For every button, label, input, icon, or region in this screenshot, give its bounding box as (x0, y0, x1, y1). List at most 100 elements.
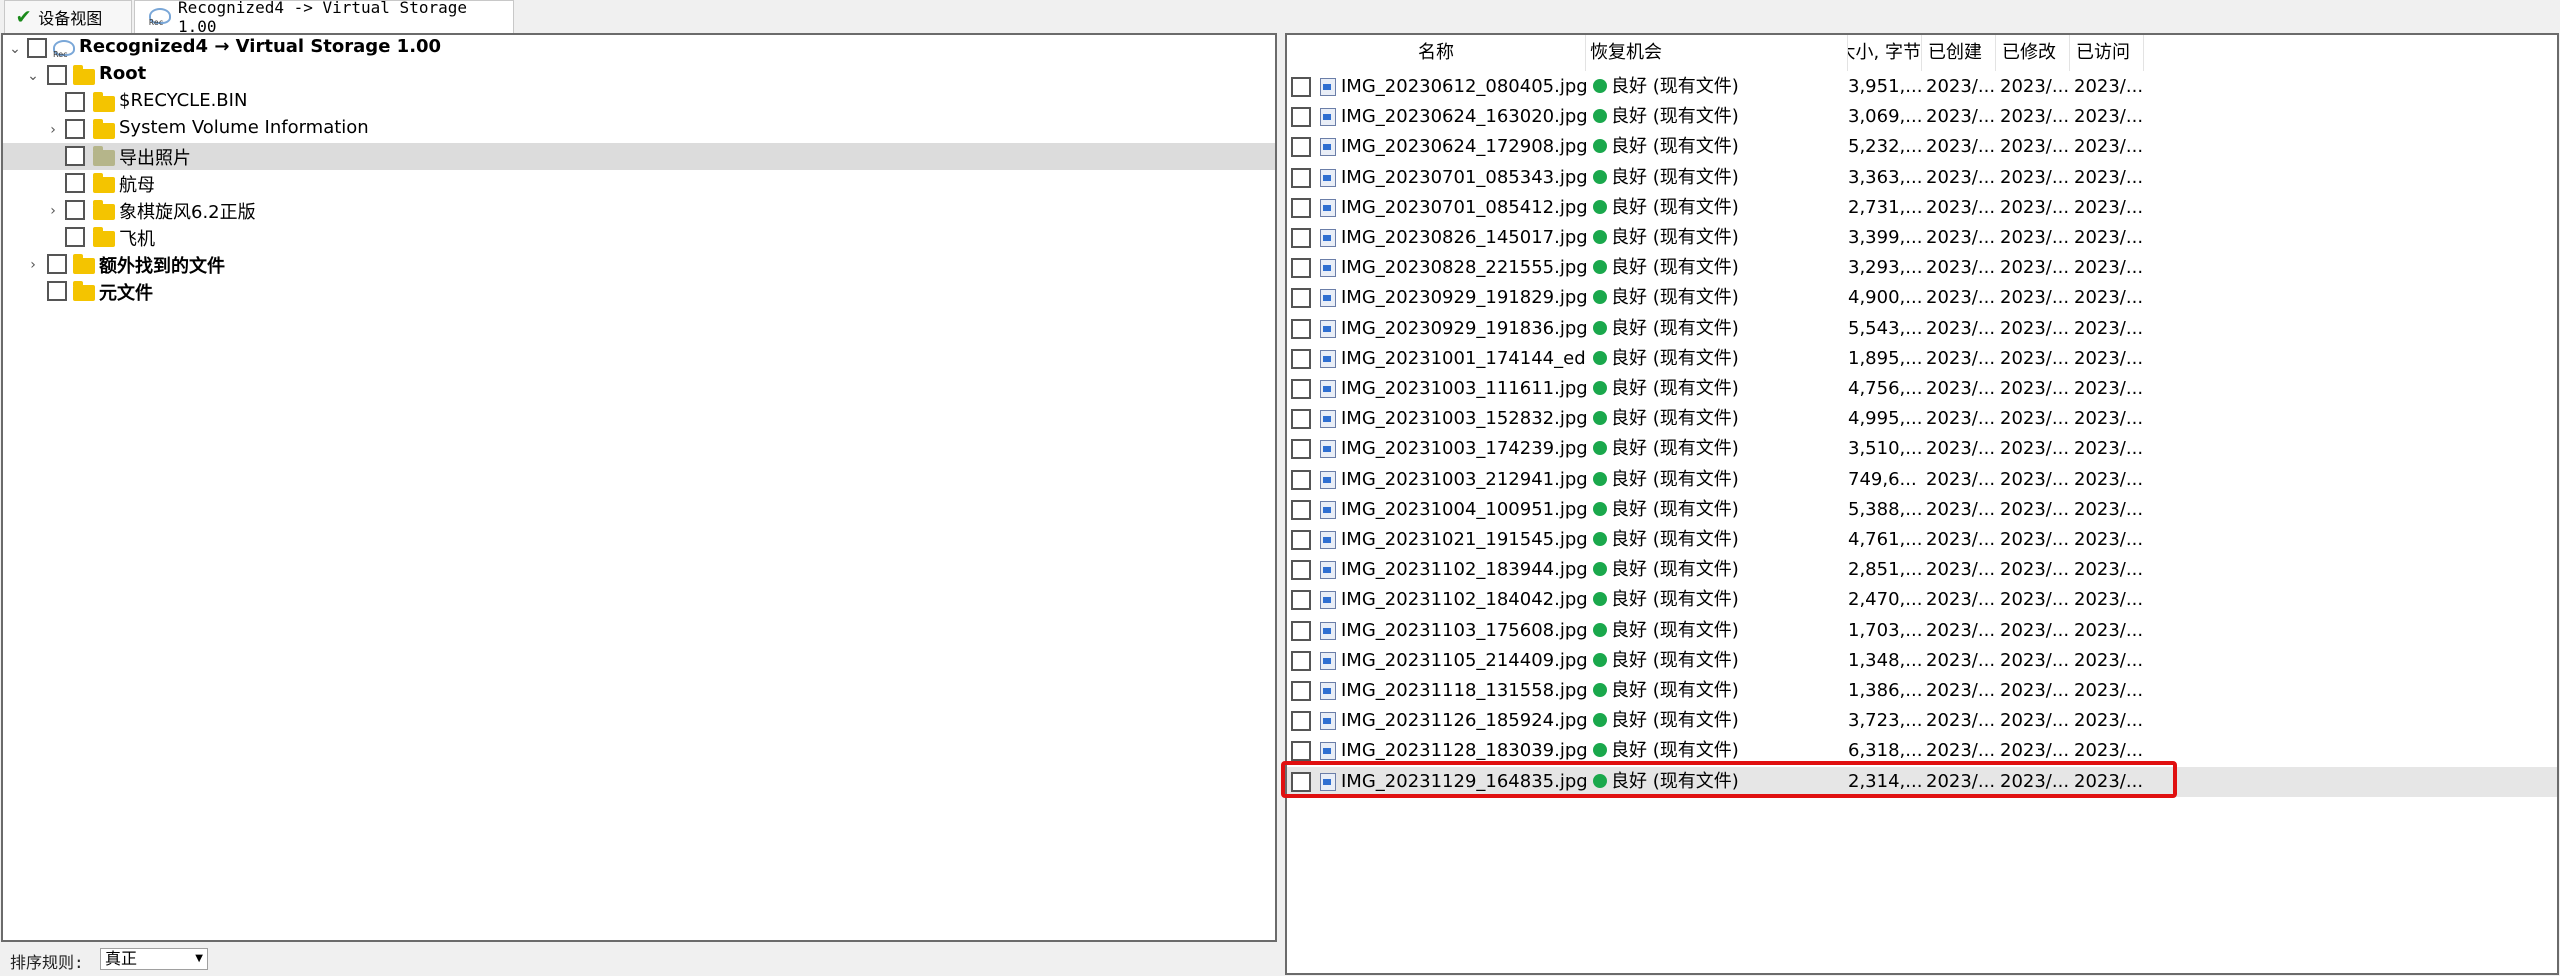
row-checkbox[interactable] (1291, 771, 1311, 792)
status-text: 良好 (现有文件) (1611, 378, 1739, 399)
row-checkbox[interactable] (1291, 258, 1311, 279)
tree-checkbox[interactable] (65, 92, 85, 112)
row-checkbox[interactable] (1291, 409, 1311, 430)
table-row[interactable]: IMG_20230624_172908.jpg 良好 (现有文件) 5,232,..… (1287, 132, 2557, 162)
tree-checkbox[interactable] (65, 227, 85, 247)
row-checkbox[interactable] (1291, 650, 1311, 671)
row-checkbox[interactable] (1291, 228, 1311, 248)
cell-modified: 2023/... (2000, 770, 2070, 792)
tree-item-extra-found[interactable]: › 额外找到的文件 (3, 251, 1275, 278)
tab-device-view[interactable]: ✔ 设备视图 (4, 0, 132, 33)
column-header-accessed[interactable]: 已访问 (2070, 35, 2144, 71)
table-row[interactable]: IMG_20231118_131558.jpg 良好 (现有文件) 1,386,..… (1287, 676, 2557, 706)
cell-size: 3,293,... (1848, 257, 1922, 279)
table-row[interactable]: IMG_20230701_085343.jpg 良好 (现有文件) 3,363,..… (1287, 163, 2557, 193)
chevron-right-icon[interactable]: › (25, 257, 41, 273)
tree-item-carrier[interactable]: 航母 (3, 170, 1275, 197)
column-header-size[interactable]: 大小, 字节 (1848, 35, 1922, 71)
row-checkbox[interactable] (1291, 560, 1311, 581)
cell-created: 2023/... (1926, 680, 1996, 701)
row-checkbox[interactable] (1291, 318, 1311, 339)
image-file-icon (1317, 651, 1337, 670)
row-checkbox[interactable] (1291, 711, 1311, 732)
column-header-name[interactable]: 名称 (1287, 35, 1586, 71)
row-checkbox[interactable] (1291, 107, 1311, 128)
table-row[interactable]: IMG_20230701_085412.jpg 良好 (现有文件) 2,731,..… (1287, 193, 2557, 223)
tree-root-row[interactable]: ⌄ Recognized4 → Virtual Storage 1.00 (3, 35, 1275, 62)
table-row[interactable]: IMG_20231129_164835.jpg 良好 (现有文件) 2,314,..… (1287, 766, 2557, 797)
table-row[interactable]: IMG_20231105_214409.jpg 良好 (现有文件) 1,348,..… (1287, 646, 2557, 676)
table-row[interactable]: IMG_20231103_175608.jpg 良好 (现有文件) 1,703,..… (1287, 616, 2557, 646)
table-row[interactable]: IMG_20230929_191836.jpg 良好 (现有文件) 5,543,..… (1287, 314, 2557, 344)
row-checkbox[interactable] (1291, 288, 1311, 309)
row-checkbox[interactable] (1291, 741, 1311, 762)
table-row[interactable]: IMG_20231004_100951.jpg 良好 (现有文件) 5,388,..… (1287, 495, 2557, 525)
tree-checkbox[interactable] (65, 119, 85, 139)
chevron-right-icon[interactable]: › (45, 122, 61, 138)
tree-checkbox[interactable] (47, 254, 67, 274)
column-header-created[interactable]: 已创建 (1922, 35, 1996, 71)
tree-item-root[interactable]: ⌄ Root (3, 62, 1275, 89)
row-checkbox[interactable] (1291, 590, 1311, 611)
table-row[interactable]: IMG_20231003_152832.jpg 良好 (现有文件) 4,995,..… (1287, 404, 2557, 434)
row-checkbox[interactable] (1291, 469, 1311, 490)
cell-status: 良好 (现有文件) (1593, 344, 1848, 374)
tree-item-chess[interactable]: › 象棋旋风6.2正版 (3, 197, 1275, 224)
status-dot-icon (1593, 79, 1607, 93)
table-row[interactable]: IMG_20231003_111611.jpg 良好 (现有文件) 4,756,..… (1287, 374, 2557, 404)
chevron-down-icon: ▼ (195, 953, 203, 964)
cell-created: 2023/... (1926, 408, 1996, 430)
image-file-icon (1317, 561, 1337, 580)
cell-name: IMG_20230624_172908.jpg (1341, 136, 1586, 158)
row-checkbox[interactable] (1291, 137, 1311, 158)
cell-size: 5,543,... (1848, 317, 1922, 339)
row-checkbox[interactable] (1291, 379, 1311, 399)
table-row[interactable]: IMG_20230624_163020.jpg 良好 (现有文件) 3,069,..… (1287, 102, 2557, 132)
tree-item-export-photos[interactable]: 导出照片 (3, 143, 1275, 170)
table-row[interactable]: IMG_20231003_212941.jpg 良好 (现有文件) 749,6...… (1287, 465, 2557, 495)
row-checkbox[interactable] (1291, 167, 1311, 188)
row-checkbox[interactable] (1291, 348, 1311, 369)
tree-checkbox[interactable] (65, 173, 85, 193)
table-row[interactable]: IMG_20231102_183944.jpg 良好 (现有文件) 2,851,..… (1287, 555, 2557, 585)
status-text: 良好 (现有文件) (1611, 438, 1739, 460)
file-list-panel[interactable]: 名称 恢复机会 大小, 字节 已创建 已修改 已访问 IMG_20230612_… (1285, 33, 2559, 975)
table-row[interactable]: IMG_20230929_191829.jpg 良好 (现有文件) 4,900,..… (1287, 283, 2557, 313)
chevron-down-icon[interactable]: ⌄ (25, 68, 41, 84)
row-checkbox[interactable] (1291, 77, 1311, 97)
table-row[interactable]: IMG_20230826_145017.jpg 良好 (现有文件) 3,399,..… (1287, 223, 2557, 253)
table-row[interactable]: IMG_20230828_221555.jpg 良好 (现有文件) 3,293,..… (1287, 253, 2557, 283)
table-row[interactable]: IMG_20231102_184042.jpg 良好 (现有文件) 2,470,..… (1287, 585, 2557, 615)
chevron-right-icon[interactable]: › (45, 203, 61, 219)
row-checkbox[interactable] (1291, 530, 1311, 550)
folder-icon (93, 200, 115, 220)
row-checkbox[interactable] (1291, 197, 1311, 218)
tree-checkbox[interactable] (47, 281, 67, 301)
folder-tree-panel[interactable]: ⌄ Recognized4 → Virtual Storage 1.00 ⌄ R… (1, 33, 1277, 942)
tab-recognized4[interactable]: Recognized4 -> Virtual Storage 1.00 (134, 0, 514, 36)
column-header-modified[interactable]: 已修改 (1996, 35, 2070, 71)
table-row[interactable]: IMG_20231126_185924.jpg 良好 (现有文件) 3,723,..… (1287, 706, 2557, 736)
tree-root-checkbox[interactable] (27, 38, 47, 58)
sort-select[interactable]: 真正 ▼ (100, 948, 208, 970)
chevron-down-icon[interactable]: ⌄ (7, 41, 23, 57)
tree-item-recycle-bin[interactable]: $RECYCLE.BIN (3, 89, 1275, 116)
table-row[interactable]: IMG_20231001_174144_edit 良好 (现有文件) 1,895,.… (1287, 344, 2557, 374)
file-list-header: 名称 恢复机会 大小, 字节 已创建 已修改 已访问 (1287, 35, 2560, 71)
tree-item-system-volume[interactable]: › System Volume Information (3, 116, 1275, 143)
tree-checkbox[interactable] (65, 146, 85, 166)
table-row[interactable]: IMG_20231128_183039.jpg 良好 (现有文件) 6,318,..… (1287, 736, 2557, 766)
table-row[interactable]: IMG_20231003_174239.jpg 良好 (现有文件) 3,510,..… (1287, 434, 2557, 464)
status-dot-icon (1593, 743, 1607, 758)
row-checkbox[interactable] (1291, 620, 1311, 641)
row-checkbox[interactable] (1291, 499, 1311, 520)
row-checkbox[interactable] (1291, 439, 1311, 460)
tree-item-meta-files[interactable]: 元文件 (3, 278, 1275, 305)
table-row[interactable]: IMG_20231021_191545.jpg 良好 (现有文件) 4,761,..… (1287, 525, 2557, 555)
tree-checkbox[interactable] (65, 200, 85, 220)
column-header-recovery[interactable]: 恢复机会 (1586, 35, 1848, 71)
tree-item-plane[interactable]: 飞机 (3, 224, 1275, 251)
row-checkbox[interactable] (1291, 681, 1311, 701)
table-row[interactable]: IMG_20230612_080405.jpg 良好 (现有文件) 3,951,..… (1287, 72, 2557, 102)
tree-checkbox[interactable] (47, 65, 67, 85)
